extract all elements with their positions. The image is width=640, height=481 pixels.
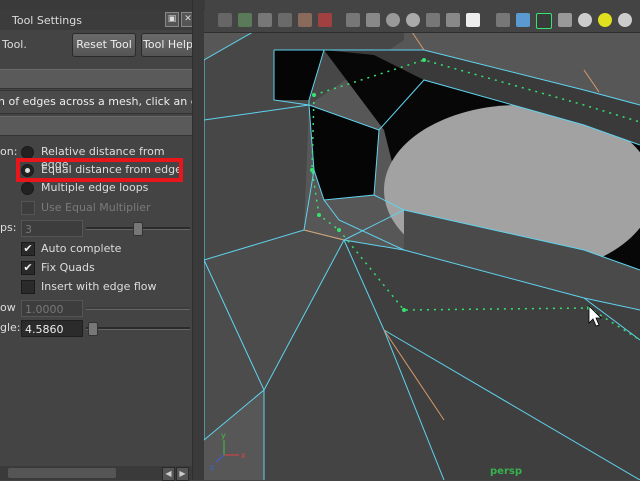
edge-flow-label: Insert with edge flow [41,280,157,293]
smooth-shading-icon[interactable] [406,13,420,27]
tool-settings-panel: Tool Settings ▣ ✕ Tool. Reset Tool Tool … [0,0,205,481]
axis-x-label: x [241,451,246,460]
loops-input[interactable]: 3 [21,220,83,237]
lighting-icon[interactable] [598,13,612,27]
auto-complete-row[interactable]: ✔ Auto complete [0,240,192,259]
xray-icon[interactable] [426,13,440,27]
light-icon[interactable] [318,13,332,27]
image-plane-icon[interactable] [278,13,292,27]
isolate-select-icon[interactable] [536,13,552,29]
tool-settings-titlebar[interactable]: Tool Settings ▣ ✕ [0,10,197,30]
edge-flow-input[interactable]: 1.0000 [21,300,83,317]
bookmark-icon[interactable] [258,13,272,27]
reset-tool-button[interactable]: Reset Tool [72,33,136,57]
edge-flow-row[interactable]: Insert with edge flow [0,278,192,297]
edge-flow-checkbox[interactable] [21,280,35,294]
tool-header-row: Tool. Reset Tool Tool Help [0,30,197,60]
fix-quads-label: Fix Quads [41,261,95,274]
shadows-icon[interactable] [618,13,632,27]
axis-y-label: y [221,431,226,440]
multiple-edge-loops-label: Multiple edge loops [41,181,149,194]
tool-description-strip: h of edges across a mesh, click an edge [0,90,192,114]
use-equal-multiplier-checkbox[interactable] [21,201,35,215]
grease-pencil-icon[interactable] [298,13,312,27]
perspective-viewport[interactable]: x y z [204,10,640,480]
multiple-edge-loops-radio[interactable] [21,182,34,195]
angle-side-label: gle: [0,321,21,334]
loops-side-label: ps: [0,221,17,234]
scroll-left-icon[interactable]: ◀ [162,467,175,481]
scroll-right-icon[interactable]: ▶ [176,467,189,481]
camera-name-label: persp [490,466,522,477]
fix-quads-row[interactable]: ✔ Fix Quads [0,259,192,278]
viewport-toolbar [204,10,640,33]
text-t-icon[interactable] [466,13,480,27]
use-equal-multiplier-label: Use Equal Multiplier [41,201,151,214]
mesh-wireframe[interactable]: x y z [204,10,640,480]
auto-complete-label: Auto complete [41,242,122,255]
edge-flow-slider-track[interactable] [86,307,190,310]
sphere-icon[interactable] [578,13,592,27]
cube-wire-icon[interactable] [496,13,510,27]
smoothing-angle-input[interactable]: 4.5860 [21,320,83,337]
smoothing-angle-slider-track[interactable] [86,327,190,330]
tool-help-button[interactable]: Tool Help [141,33,195,57]
auto-complete-checkbox[interactable]: ✔ [21,242,35,256]
number-of-loops-row: ps: 3 [0,219,192,238]
camera-attributes-icon[interactable] [238,13,252,27]
adjust-edge-flow-row: ow 1.0000 [0,299,192,318]
axis-z-label: z [210,463,214,472]
option-multiple-row[interactable]: Multiple edge loops [0,179,192,198]
tool-description-text: h of edges across a mesh, click an edge [0,95,192,108]
select-camera-icon[interactable] [218,13,232,27]
flow-side-label: ow [0,301,16,314]
loops-slider-handle[interactable] [133,222,143,236]
film-gate-icon[interactable] [366,13,380,27]
checker-icon[interactable] [558,13,572,27]
grid-icon[interactable] [346,13,360,27]
panel-horizontal-scrollbar[interactable]: ◀ ▶ [0,466,192,481]
tool-name-label: Tool. [2,38,27,51]
fix-quads-checkbox[interactable]: ✔ [21,261,35,275]
float-window-icon[interactable]: ▣ [165,12,179,27]
section-header-bar[interactable] [0,69,192,89]
smoothing-angle-slider-handle[interactable] [88,322,98,336]
textures-icon[interactable] [446,13,460,27]
window-title: Tool Settings [12,14,82,27]
smoothing-angle-row: gle: 4.5860 [0,319,192,338]
use-equal-multiplier-row[interactable]: Use Equal Multiplier [0,199,192,218]
top-shelf-strip [0,0,204,10]
wireframe-shading-icon[interactable] [386,13,400,27]
mode-side-label: on: [0,145,18,158]
cube-shaded-icon[interactable] [516,13,530,27]
settings-section-bar[interactable] [0,116,192,136]
hscroll-thumb[interactable] [8,468,116,478]
